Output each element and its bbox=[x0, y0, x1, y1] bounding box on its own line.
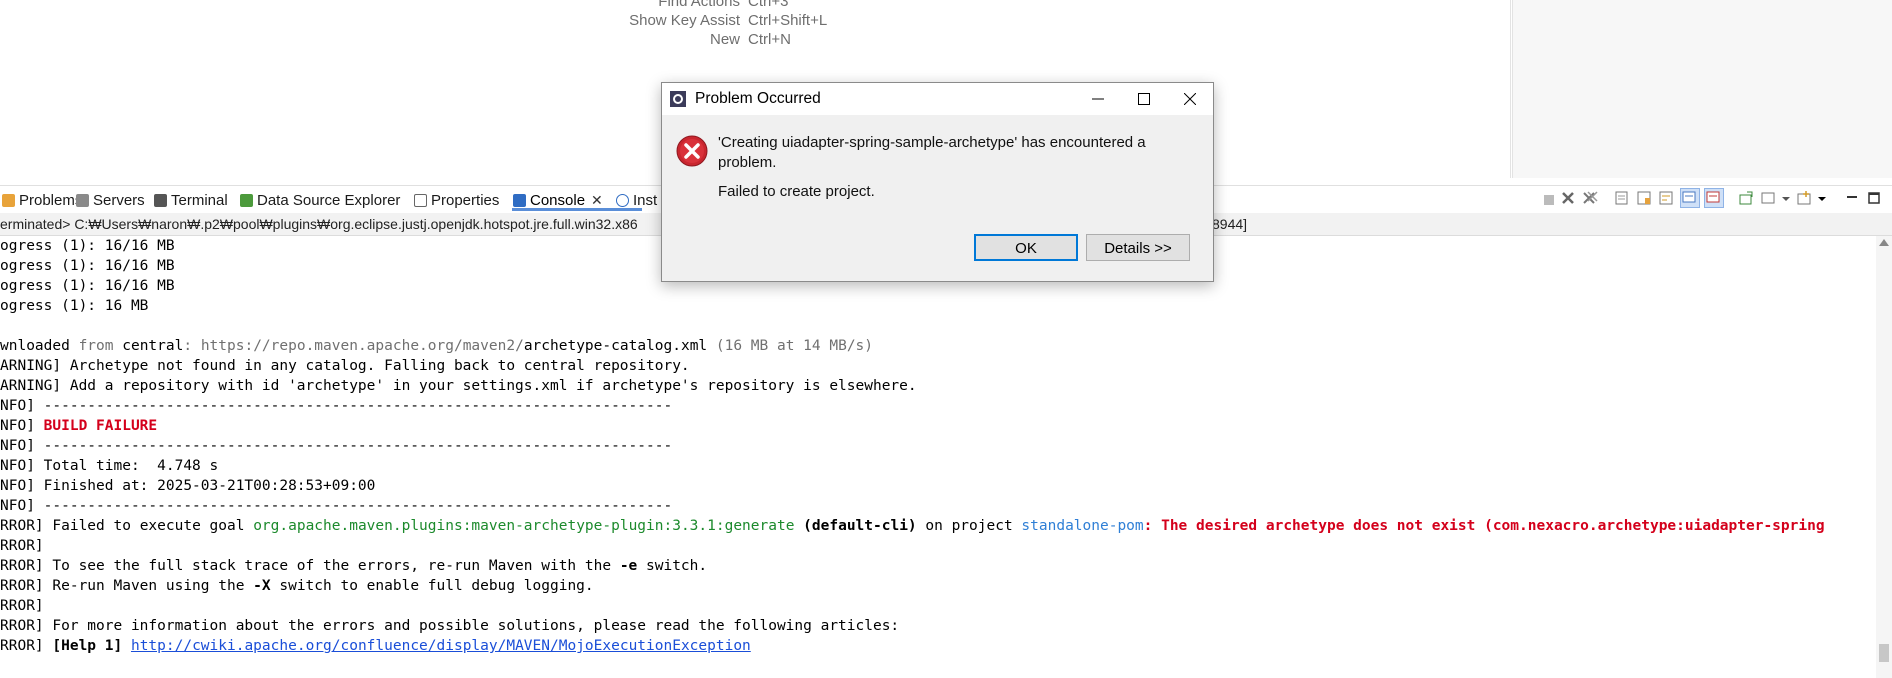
tab-data-source-explorer[interactable]: Data Source Explorer bbox=[240, 190, 400, 210]
info-icon bbox=[616, 193, 629, 207]
build-failure-text: BUILD FAILURE bbox=[43, 418, 158, 434]
remove-launch-icon[interactable] bbox=[1560, 190, 1576, 206]
hint-label: Find Actions bbox=[658, 0, 740, 10]
shortcut-hints: Find Actions Ctrl+3 Show Key Assist Ctrl… bbox=[600, 0, 827, 49]
hint-new: New Ctrl+N bbox=[600, 30, 827, 49]
terminated-path: erminated> C:₩Users₩naron₩.p2₩pool₩plugi… bbox=[0, 216, 638, 232]
console-line: RROR] [Help 1] http://cwiki.apache.org/c… bbox=[0, 638, 751, 654]
servers-icon bbox=[76, 193, 89, 207]
hint-key: Ctrl+3 bbox=[748, 0, 789, 10]
console-line: RROR] bbox=[0, 538, 44, 554]
console-line: NFO] -----------------------------------… bbox=[0, 438, 673, 454]
dialog-message: 'Creating uiadapter-spring-sample-archet… bbox=[718, 134, 1146, 171]
console-line: NFO] Finished at: 2025-03-21T00:28:53+09… bbox=[0, 478, 376, 494]
help-link[interactable]: http://cwiki.apache.org/confluence/displ… bbox=[131, 638, 751, 654]
tab-servers[interactable]: Servers bbox=[76, 190, 145, 210]
maximize-view-icon[interactable] bbox=[1866, 190, 1882, 206]
close-icon[interactable]: ✕ bbox=[591, 192, 603, 209]
terminated-pid: 8944] bbox=[1212, 216, 1248, 232]
close-icon bbox=[1184, 93, 1196, 105]
tab-label: Data Source Explorer bbox=[257, 191, 401, 209]
hint-show-key-assist: Show Key Assist Ctrl+Shift+L bbox=[600, 11, 827, 30]
error-icon bbox=[676, 135, 708, 167]
tab-terminal[interactable]: Terminal bbox=[154, 190, 228, 210]
console-line: RROR] Re-run Maven using the -X switch t… bbox=[0, 578, 594, 594]
console-line: RROR] bbox=[0, 598, 44, 614]
console-line: NFO] Total time: 4.748 s bbox=[0, 458, 219, 474]
console-line: NFO] BUILD FAILURE bbox=[0, 418, 158, 434]
minimize-icon bbox=[1092, 98, 1104, 100]
clear-console-icon[interactable] bbox=[1614, 190, 1630, 206]
remove-all-terminated-icon[interactable] bbox=[1582, 190, 1598, 206]
console-line: RROR] To see the full stack trace of the… bbox=[0, 558, 708, 574]
tab-label: Servers bbox=[93, 191, 145, 209]
console-line: ogress (1): 16/16 MB bbox=[0, 278, 175, 294]
word-wrap-icon[interactable] bbox=[1658, 190, 1674, 206]
console-line: ARNING] Add a repository with id 'archet… bbox=[0, 378, 917, 394]
chevron-down-icon[interactable] bbox=[1818, 190, 1826, 206]
console-line: wnloaded from central: https://repo.mave… bbox=[0, 338, 874, 354]
problem-dialog: Problem Occurred 'Creating uiadapter-spr… bbox=[661, 82, 1214, 282]
console-output[interactable]: ogress (1): 16/16 MB ogress (1): 16/16 M… bbox=[0, 236, 1876, 678]
show-on-output-icon[interactable] bbox=[1680, 188, 1700, 208]
scroll-lock-icon[interactable] bbox=[1636, 190, 1652, 206]
display-console-icon[interactable] bbox=[1760, 190, 1776, 206]
chevron-down-icon[interactable] bbox=[1782, 190, 1790, 206]
tab-label: Terminal bbox=[171, 191, 228, 209]
minimize-view-icon[interactable] bbox=[1844, 190, 1860, 206]
console-line: ogress (1): 16/16 MB bbox=[0, 258, 175, 274]
console-line: RROR] For more information about the err… bbox=[0, 618, 900, 634]
ok-button[interactable]: OK bbox=[974, 234, 1078, 261]
hint-label: Show Key Assist bbox=[629, 12, 740, 29]
minimize-button[interactable] bbox=[1075, 83, 1121, 115]
active-tab-indicator bbox=[512, 208, 642, 211]
problems-icon bbox=[2, 193, 15, 207]
data-source-icon bbox=[240, 193, 253, 207]
properties-icon bbox=[414, 193, 427, 207]
hint-find-actions: Find Actions Ctrl+3 bbox=[600, 0, 827, 11]
console-line: NFO] -----------------------------------… bbox=[0, 398, 673, 414]
console-scrollbar[interactable] bbox=[1876, 236, 1892, 678]
dialog-titlebar[interactable]: Problem Occurred bbox=[662, 83, 1213, 115]
tab-label: Console bbox=[530, 191, 586, 209]
maximize-icon bbox=[1138, 93, 1150, 105]
tab-problems[interactable]: Problems bbox=[2, 190, 82, 210]
dialog-title: Problem Occurred bbox=[695, 90, 821, 107]
tab-label: Inst bbox=[633, 191, 658, 209]
close-button[interactable] bbox=[1167, 83, 1213, 115]
pin-console-icon[interactable] bbox=[1738, 190, 1754, 206]
console-line: ARNING] Archetype not found in any catal… bbox=[0, 358, 690, 374]
hint-label: New bbox=[709, 31, 740, 48]
console-line: ogress (1): 16 MB bbox=[0, 298, 149, 314]
console-line: RROR] Failed to execute goal org.apache.… bbox=[0, 518, 1825, 534]
tab-label: Properties bbox=[431, 191, 500, 209]
tab-console[interactable]: Console ✕ bbox=[513, 190, 603, 210]
terminate-icon[interactable] bbox=[1544, 194, 1554, 205]
hint-key: Ctrl+N bbox=[748, 31, 791, 48]
scrollbar-thumb[interactable] bbox=[1879, 644, 1889, 662]
dialog-detail: Failed to create project. bbox=[718, 183, 875, 200]
eclipse-icon bbox=[670, 91, 686, 107]
console-line: ogress (1): 16/16 MB bbox=[0, 238, 175, 254]
outline-panel bbox=[1512, 0, 1892, 178]
tab-install[interactable]: Inst bbox=[616, 190, 657, 210]
show-on-error-icon[interactable] bbox=[1704, 188, 1724, 208]
console-toolbar bbox=[1544, 187, 1888, 209]
tab-label: Problems bbox=[19, 191, 83, 209]
console-line: NFO] -----------------------------------… bbox=[0, 498, 673, 514]
scroll-up-icon[interactable] bbox=[1879, 239, 1889, 246]
hint-key: Ctrl+Shift+L bbox=[748, 12, 828, 29]
maximize-button[interactable] bbox=[1121, 83, 1167, 115]
tab-properties[interactable]: Properties bbox=[414, 190, 499, 210]
console-icon bbox=[513, 193, 526, 207]
open-console-icon[interactable] bbox=[1796, 190, 1812, 206]
terminal-icon bbox=[154, 193, 167, 207]
details-button[interactable]: Details >> bbox=[1086, 234, 1190, 261]
